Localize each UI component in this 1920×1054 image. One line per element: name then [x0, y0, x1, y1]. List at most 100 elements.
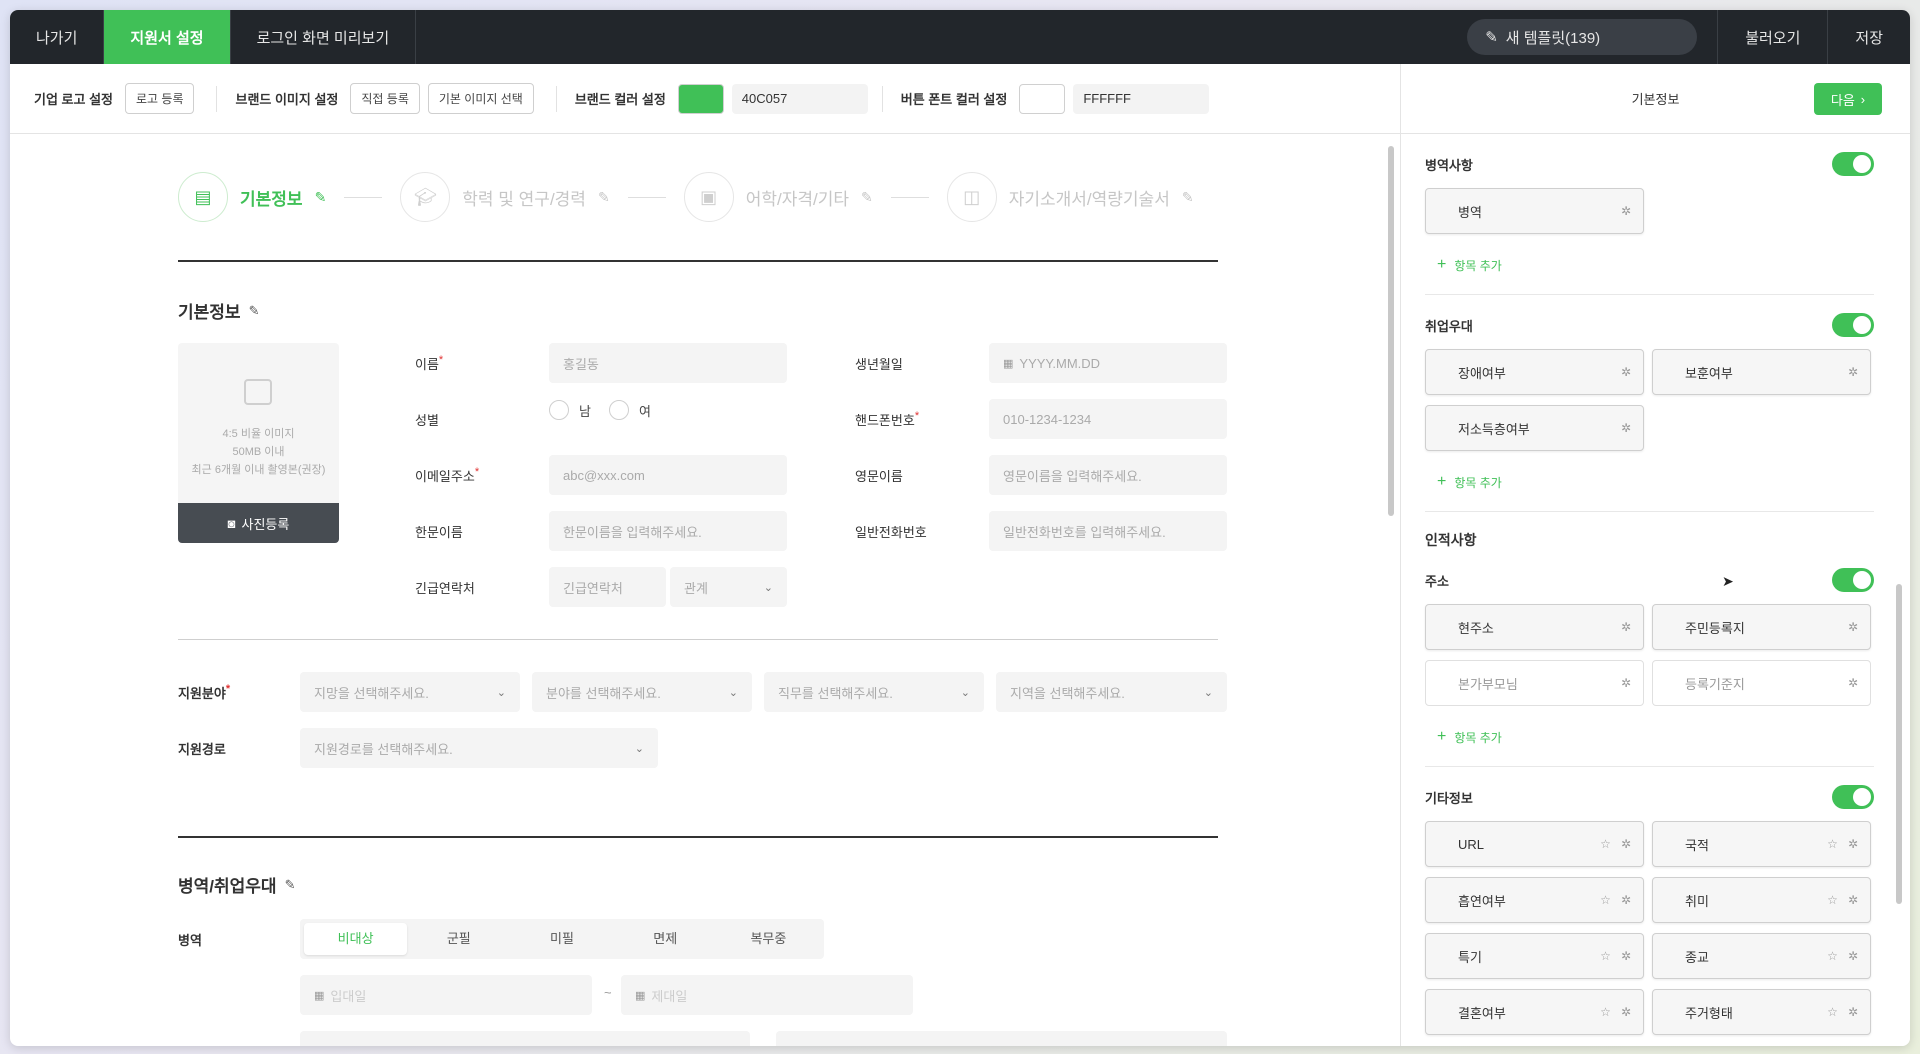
graduation-cap-icon: 🎓︎ — [400, 172, 451, 222]
add-item-button[interactable]: + 항목 추가 — [1437, 728, 1874, 746]
gear-icon: ✲ — [1847, 893, 1858, 907]
panel-scrollbar[interactable] — [1896, 584, 1902, 904]
field-chip[interactable]: URL ☆ ✲ — [1425, 821, 1644, 867]
pencil-icon[interactable]: ✎ — [598, 189, 610, 206]
exit-button[interactable]: 나가기 — [10, 10, 105, 64]
gender-label: 성별 — [415, 413, 439, 428]
military-option[interactable]: 복무중 — [717, 923, 820, 955]
mouse-cursor-icon: ➤ — [1722, 573, 1734, 589]
step-self-introduction[interactable]: ◫ 자기소개서/역량기술서 ✎ — [946, 172, 1194, 222]
field-chip[interactable]: 흡연여부 ☆ ✲ — [1425, 877, 1644, 923]
field-chip[interactable]: 보훈여부 ✲ — [1652, 349, 1871, 395]
preference-toggle[interactable] — [1832, 313, 1874, 337]
camera-icon: ◙ — [227, 515, 236, 531]
relation-select[interactable]: 관계 ⌄ — [670, 567, 787, 607]
default-image-button[interactable]: 기본 이미지 선택 — [427, 83, 534, 114]
id-badge-icon: ◫ — [946, 172, 997, 222]
emergency-input[interactable]: 긴급연락처 — [549, 567, 666, 607]
gender-female-radio[interactable]: 여 — [609, 400, 651, 420]
section-title: 기본정보 ✎ — [178, 302, 260, 323]
tab-application-settings[interactable]: 지원서 설정 — [104, 10, 231, 64]
field-chip[interactable]: 주거형태 ☆ ✲ — [1652, 989, 1871, 1035]
phone-label: 핸드폰번호* — [855, 410, 920, 428]
pencil-icon[interactable]: ✎ — [1182, 189, 1194, 206]
new-template-button[interactable]: ✎ 새 템플릿(139) — [1467, 19, 1698, 55]
military-status-segmented: 비대상 군필 미필 면제 복무중 — [300, 919, 824, 959]
phone-input[interactable]: 010-1234-1234 — [989, 399, 1227, 439]
field-chip-disabled[interactable]: 등록기준지 ✲ — [1652, 660, 1871, 706]
field-select[interactable]: 분야를 선택해주세요. ⌄ — [532, 672, 752, 712]
field-chip-disabled[interactable]: 본가부모님 ✲ — [1425, 660, 1644, 706]
english-name-input[interactable]: 영문이름을 입력해주세요. — [989, 455, 1227, 495]
save-button[interactable]: 저장 — [1827, 10, 1910, 64]
military-section: 병역/취업우대 ✎ 병역 비대상 군필 미필 면제 복무중 ▦ 입대일 ~ ▦ 제대… — [178, 838, 1227, 1046]
pencil-icon[interactable]: ✎ — [861, 189, 873, 206]
pencil-icon[interactable]: ✎ — [285, 877, 296, 893]
field-chip[interactable]: 국적 ☆ ✲ — [1652, 821, 1871, 867]
region-select[interactable]: 지역을 선택해주세요. ⌄ — [996, 672, 1227, 712]
next-button[interactable]: 다음 › — [1814, 83, 1882, 115]
military-toggle[interactable] — [1832, 152, 1874, 176]
direct-register-button[interactable]: 직접 등록 — [350, 83, 420, 114]
etc-toggle[interactable] — [1832, 785, 1874, 809]
preference-settings: 취업우대 장애여부 ✲ 보훈여부 ✲ 저소득층여부 ✲ + 항목 추가 — [1425, 295, 1874, 512]
hanja-name-input[interactable]: 한문이름을 입력해주세요. — [549, 511, 787, 551]
field-chip[interactable]: 장애여부 ✲ — [1425, 349, 1644, 395]
apply-route-select[interactable]: 지원경로를 선택해주세요. ⌄ — [300, 728, 658, 768]
form-editor: ▤ 기본정보 ✎ 🎓︎ 학력 및 연구/경력 ✎ ▣ 어학/자격/기타 ✎ ◫ … — [10, 134, 1400, 1046]
placeholder-input[interactable] — [300, 1031, 750, 1046]
birth-input[interactable]: ▦ YYYY.MM.DD — [989, 343, 1227, 383]
field-chip[interactable]: 저소득층여부 ✲ — [1425, 405, 1644, 451]
military-option[interactable]: 면제 — [614, 923, 717, 955]
tab-login-preview[interactable]: 로그인 화면 미리보기 — [231, 10, 417, 64]
telephone-input[interactable]: 일반전화번호를 입력해주세요. — [989, 511, 1227, 551]
photo-upload[interactable]: 4:5 비율 이미지 50MB 이내 최근 6개월 이내 촬영본(권장) ◙ 사… — [178, 343, 339, 543]
enlist-date-input[interactable]: ▦ 입대일 — [300, 975, 592, 1015]
step-language-certificate[interactable]: ▣ 어학/자격/기타 ✎ — [683, 172, 873, 222]
pencil-icon[interactable]: ✎ — [249, 303, 260, 319]
gear-icon: ✲ — [1620, 1005, 1631, 1019]
step-education-career[interactable]: 🎓︎ 학력 및 연구/경력 ✎ — [400, 172, 610, 222]
font-color-swatch[interactable] — [1019, 83, 1066, 114]
step-basic-info[interactable]: ▤ 기본정보 ✎ — [178, 172, 326, 222]
main-scrollbar[interactable] — [1388, 146, 1394, 516]
plus-icon: + — [1437, 473, 1447, 490]
section-title: 기타정보 — [1425, 790, 1473, 806]
military-settings: 병역사항 병역 ✲ + 항목 추가 — [1425, 134, 1874, 295]
gender-male-radio[interactable]: 남 — [549, 400, 591, 420]
star-icon: ☆ — [1827, 837, 1838, 851]
field-chip[interactable]: 취미 ☆ ✲ — [1652, 877, 1871, 923]
discharge-date-input[interactable]: ▦ 제대일 — [621, 975, 913, 1015]
brand-color-input[interactable]: 40C057 — [731, 83, 868, 114]
divider — [555, 85, 557, 112]
gear-icon: ✲ — [1847, 676, 1858, 690]
military-option[interactable]: 군필 — [407, 923, 510, 955]
email-input[interactable]: abc@xxx.com — [549, 455, 787, 495]
job-select[interactable]: 직무를 선택해주세요. ⌄ — [764, 672, 984, 712]
address-toggle[interactable] — [1832, 568, 1874, 592]
certificate-icon: ▣ — [683, 172, 734, 222]
military-option[interactable]: 비대상 — [304, 923, 408, 955]
brand-color-swatch[interactable] — [677, 83, 724, 114]
field-chip[interactable]: 주민등록지 ✲ — [1652, 604, 1871, 650]
chevron-down-icon: ⌄ — [728, 686, 738, 699]
add-item-button[interactable]: + 항목 추가 — [1437, 256, 1874, 274]
photo-register-button[interactable]: ◙ 사진등록 — [178, 503, 339, 543]
military-option[interactable]: 미필 — [510, 923, 613, 955]
field-chip[interactable]: 현주소 ✲ — [1425, 604, 1644, 650]
field-chip[interactable]: 결혼여부 ☆ ✲ — [1425, 989, 1644, 1035]
calendar-icon: ▦ — [1003, 357, 1014, 370]
preference-select[interactable]: 지망을 선택해주세요. ⌄ — [300, 672, 520, 712]
pencil-icon[interactable]: ✎ — [315, 189, 327, 206]
add-item-button[interactable]: + 항목 추가 — [1437, 473, 1874, 491]
name-input[interactable]: 홍길동 — [549, 343, 787, 383]
gear-icon: ✲ — [1847, 837, 1858, 851]
field-chip[interactable]: 특기 ☆ ✲ — [1425, 933, 1644, 979]
field-chip[interactable]: 종교 ☆ ✲ — [1652, 933, 1871, 979]
font-color-input[interactable]: FFFFFF — [1073, 83, 1210, 114]
field-chip[interactable]: 병역 ✲ — [1425, 188, 1644, 234]
load-button[interactable]: 불러오기 — [1717, 10, 1827, 64]
placeholder-input[interactable] — [776, 1031, 1227, 1046]
section-heading: 인적사항 — [1425, 532, 1477, 548]
logo-register-button[interactable]: 로고 등록 — [124, 83, 195, 114]
